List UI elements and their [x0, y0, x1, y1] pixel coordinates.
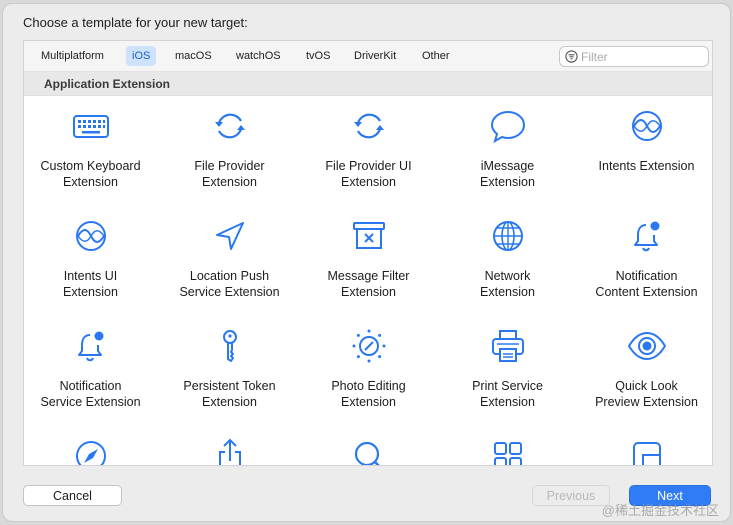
message-filter-icon	[349, 216, 389, 256]
share-icon	[210, 436, 250, 465]
template-subtitle: Preview Extension	[595, 395, 698, 409]
previous-button[interactable]: Previous	[532, 485, 610, 506]
template-title: Message Filter	[327, 269, 410, 283]
template-title: Print Service	[472, 379, 543, 393]
template-subtitle: Extension	[480, 395, 535, 409]
watermark: @稀土掘金技术社区	[601, 503, 719, 518]
grid-squares-icon	[488, 436, 528, 465]
template-title: Notification	[615, 269, 678, 283]
intents-icon	[627, 106, 667, 146]
template-subtitle: Extension	[480, 285, 535, 299]
template-message-filter-extension[interactable]: Message Filter Extension	[299, 206, 438, 316]
template-subtitle: Extension	[63, 175, 118, 189]
photo-editing-icon	[349, 326, 389, 366]
eye-icon	[627, 326, 667, 366]
bell-badge-icon	[71, 326, 111, 366]
filter-field[interactable]	[559, 46, 709, 67]
template-title: Intents Extension	[598, 159, 695, 173]
key-icon	[210, 326, 250, 366]
section-header-application-extension: Application Extension	[24, 72, 712, 96]
template-intents-ui-extension[interactable]: Intents UI Extension	[24, 206, 160, 316]
template-subtitle: Content Extension	[595, 285, 698, 299]
template-title: File Provider	[194, 159, 265, 173]
tab-tvos[interactable]: tvOS	[300, 46, 336, 66]
template-imessage-extension[interactable]: iMessage Extension	[438, 96, 577, 206]
template-custom-keyboard-extension[interactable]: Custom Keyboard Extension	[24, 96, 160, 206]
template-file-provider-extension[interactable]: File Provider Extension	[160, 96, 299, 206]
magnifier-icon	[349, 436, 389, 465]
tab-ios[interactable]: iOS	[126, 46, 157, 66]
template-panel: Multiplatform iOS macOS watchOS tvOS Dri…	[23, 40, 713, 466]
printer-icon	[488, 326, 528, 366]
template-title: Quick Look	[615, 379, 678, 393]
template-photo-editing-extension[interactable]: Photo Editing Extension	[299, 316, 438, 426]
template-subtitle: Service Extension	[179, 285, 280, 299]
template-widget-extension[interactable]	[577, 426, 712, 465]
tab-watchos[interactable]: watchOS	[230, 46, 287, 66]
template-subtitle: Extension	[341, 395, 396, 409]
platform-tab-bar: Multiplatform iOS macOS watchOS tvOS Dri…	[24, 41, 712, 72]
template-share-extension[interactable]	[160, 426, 299, 465]
template-title: File Provider UI	[325, 159, 412, 173]
template-title: Persistent Token	[183, 379, 276, 393]
speech-bubble-icon	[488, 106, 528, 146]
template-subtitle: Extension	[63, 285, 118, 299]
tab-other[interactable]: Other	[416, 46, 456, 66]
template-intents-extension[interactable]: Intents Extension	[577, 96, 712, 206]
template-title: Notification	[59, 379, 122, 393]
template-title: Custom Keyboard	[40, 159, 141, 173]
template-sticker-pack-extension[interactable]	[438, 426, 577, 465]
template-network-extension[interactable]: Network Extension	[438, 206, 577, 316]
tab-driverkit[interactable]: DriverKit	[348, 46, 402, 66]
template-title: Photo Editing	[331, 379, 406, 393]
template-safari-extension[interactable]	[24, 426, 160, 465]
template-subtitle: Extension	[341, 285, 396, 299]
location-arrow-icon	[210, 216, 250, 256]
sync-arrows-icon	[349, 106, 389, 146]
template-file-provider-ui-extension[interactable]: File Provider UI Extension	[299, 96, 438, 206]
tab-macos[interactable]: macOS	[169, 46, 218, 66]
template-subtitle: Service Extension	[40, 395, 141, 409]
filter-icon	[565, 50, 578, 63]
template-subtitle: Extension	[202, 175, 257, 189]
template-title: Network	[484, 269, 531, 283]
sync-arrows-icon	[210, 106, 250, 146]
template-subtitle: Extension	[341, 175, 396, 189]
template-print-service-extension[interactable]: Print Service Extension	[438, 316, 577, 426]
template-title: Intents UI	[63, 269, 118, 283]
globe-icon	[488, 216, 528, 256]
template-notification-service-extension[interactable]: Notification Service Extension	[24, 316, 160, 426]
template-notification-content-extension[interactable]: Notification Content Extension	[577, 206, 712, 316]
template-spotlight-extension[interactable]	[299, 426, 438, 465]
template-subtitle: Extension	[202, 395, 257, 409]
filter-input[interactable]	[581, 48, 701, 65]
template-persistent-token-extension[interactable]: Persistent Token Extension	[160, 316, 299, 426]
widget-icon	[627, 436, 667, 465]
template-title: iMessage	[480, 159, 535, 173]
bell-badge-icon	[627, 216, 667, 256]
keyboard-icon	[71, 106, 111, 146]
new-target-sheet: Choose a template for your new target: M…	[2, 3, 731, 522]
intents-icon	[71, 216, 111, 256]
tab-multiplatform[interactable]: Multiplatform	[35, 46, 110, 66]
sheet-prompt: Choose a template for your new target:	[23, 15, 248, 30]
template-location-push-service-extension[interactable]: Location Push Service Extension	[160, 206, 299, 316]
template-subtitle: Extension	[480, 175, 535, 189]
template-quick-look-preview-extension[interactable]: Quick Look Preview Extension	[577, 316, 712, 426]
cancel-button[interactable]: Cancel	[23, 485, 122, 506]
template-title: Location Push	[189, 269, 270, 283]
compass-icon	[71, 436, 111, 465]
